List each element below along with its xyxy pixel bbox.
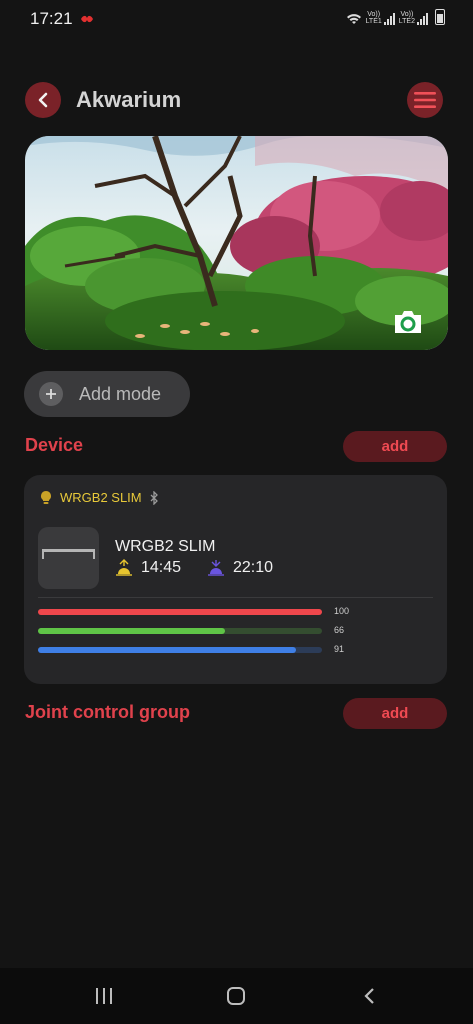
sim1-label: LTE1: [365, 18, 382, 25]
status-time: 17:21: [30, 9, 73, 28]
channel-fill: [38, 609, 322, 615]
channel-bar-red[interactable]: 100: [38, 606, 408, 618]
sunset-schedule: 22:10: [207, 559, 273, 577]
add-group-button[interactable]: add: [343, 698, 447, 729]
sunset-time: 22:10: [233, 559, 274, 576]
menu-button[interactable]: [407, 82, 443, 118]
page-title: Akwarium: [76, 87, 182, 112]
channel-fill: [38, 628, 226, 634]
wifi-icon: [346, 14, 361, 24]
sunset-icon: [208, 560, 224, 576]
app-header: Akwarium: [0, 80, 473, 120]
channel-bar-green[interactable]: 66: [38, 625, 408, 637]
bluetooth-icon: [150, 490, 158, 505]
channel-fill: [38, 647, 297, 653]
recent-apps-button[interactable]: [92, 986, 116, 1006]
chevron-left-icon: [38, 92, 48, 108]
device-name-label: WRGB2 SLIM: [60, 490, 142, 505]
signal-icon: [383, 13, 395, 25]
signal-icon: [417, 13, 428, 25]
group-section-title: Joint control group: [25, 702, 190, 722]
device-thumbnail: [38, 527, 99, 589]
add-mode-label: Add mode: [79, 383, 162, 404]
volte-label: Vo)): [400, 11, 414, 18]
channel-value: 66: [334, 625, 345, 635]
aquarium-photo[interactable]: [25, 136, 448, 350]
channel-value: 100: [334, 606, 350, 616]
home-button[interactable]: [224, 986, 248, 1006]
back-nav-icon: [364, 988, 374, 1004]
sim2-indicator: Vo)) LTE2: [399, 11, 428, 25]
system-nav-bar: [0, 968, 473, 1024]
status-icons: Vo)) LTE1 Vo)) LTE2: [346, 9, 445, 25]
card-divider: [38, 597, 433, 598]
battery-icon: [435, 9, 445, 25]
device-card[interactable]: WRGB2 SLIM WRGB2 SLIM 14:45 22:10 100 66…: [24, 475, 447, 684]
camera-icon: [395, 311, 421, 333]
device-section-title: Device: [25, 435, 84, 455]
device-title: WRGB2 SLIM: [115, 538, 216, 555]
add-device-button[interactable]: add: [343, 431, 447, 462]
sim2-label: LTE2: [398, 18, 415, 25]
recents-icon: [96, 988, 112, 1004]
volte-label: Vo)): [367, 11, 381, 18]
change-photo-button[interactable]: [392, 309, 424, 335]
sim1-indicator: Vo)) LTE1: [366, 11, 395, 25]
add-mode-button[interactable]: Add mode: [24, 371, 190, 417]
back-nav-button[interactable]: [357, 986, 381, 1006]
hamburger-icon: [414, 92, 436, 108]
channel-bar-blue[interactable]: 91: [38, 644, 408, 656]
bulb-icon: [41, 491, 51, 504]
aquarium-illustration: [25, 136, 448, 350]
home-icon: [227, 987, 245, 1005]
back-button[interactable]: [25, 82, 61, 118]
sunrise-icon: [116, 559, 132, 576]
sunrise-schedule: 14:45: [115, 559, 181, 577]
channel-value: 91: [334, 644, 345, 654]
channel-track: [38, 647, 322, 653]
status-bar: 17:21 Vo)) LTE1 Vo)) LTE2: [0, 0, 473, 36]
device-card-header: WRGB2 SLIM: [40, 490, 158, 505]
channel-track: [38, 609, 322, 615]
plus-icon: [39, 382, 63, 406]
sunrise-time: 14:45: [141, 559, 182, 576]
channel-track: [38, 628, 322, 634]
notification-icon: [80, 11, 94, 29]
